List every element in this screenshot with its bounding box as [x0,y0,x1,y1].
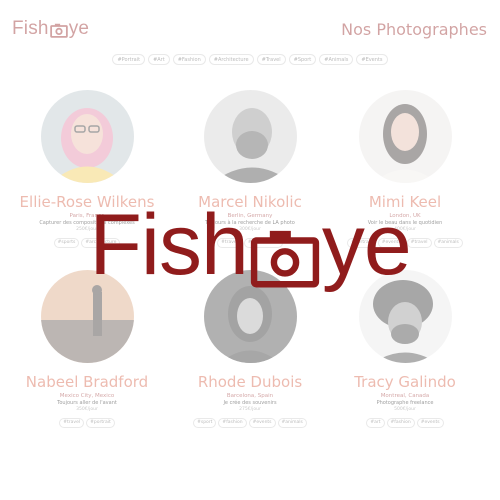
filter-tag-animals[interactable]: #Animals [319,54,354,65]
photographer-tag[interactable]: #animals [277,418,307,428]
photographer-avatar[interactable] [40,90,134,183]
photographer-name: Tracy Galindo [354,373,456,391]
photographer-location: Barcelona, Spain [226,393,274,399]
filter-tag-portrait[interactable]: #Portrait [112,54,146,65]
photographer-price: 275€/jour [239,407,261,412]
photographer-tagline: Je crée des souvenirs [223,400,277,406]
photographer-tag[interactable]: #portrait [86,418,115,428]
filter-tags: #Portrait #Art #Fashion #Architecture #T… [0,54,500,65]
photographer-tags: #sport #fashion #events #animals [175,418,325,428]
loading-logo-overlay: Fish ye [0,190,500,300]
photographer-price: 500€/jour [394,407,416,412]
photographer-name: Nabeel Bradford [25,373,149,391]
photographer-tagline: Toujours aller de l'avant [57,400,117,406]
photographer-tag[interactable]: #sport [193,418,217,428]
photographer-location: Mexico City, Mexico [59,393,115,399]
filter-tag-art[interactable]: #Art [148,54,170,65]
logo-suffix: ye [68,18,90,39]
photographer-tag[interactable]: #travel [59,418,85,428]
filter-tag-events[interactable]: #Events [356,54,388,65]
camera-icon [250,217,320,288]
photographer-tag[interactable]: #art [366,418,385,428]
logo-prefix: Fish [12,18,49,39]
photographer-avatar[interactable] [203,90,297,183]
photographer-tag[interactable]: #events [248,418,276,428]
filter-tag-travel[interactable]: #Travel [256,54,286,65]
photographer-tags: #travel #portrait [12,418,162,428]
filter-tag-fashion[interactable]: #Fashion [172,54,206,65]
page-title: Nos Photographes [341,20,487,39]
overlay-logo-prefix: Fish [89,197,248,293]
photographer-price: 350€/jour [76,407,98,412]
logo-link[interactable]: Fish ye [12,18,89,40]
photographer-location: Montreal, Canada [380,393,430,399]
photographer-tag[interactable]: #fashion [218,418,247,428]
filter-tag-sport[interactable]: #Sport [288,54,317,65]
overlay-logo-suffix: ye [321,197,412,293]
camera-icon [49,22,68,38]
header: Fish ye Nos Photographes [0,0,500,60]
photographer-tag[interactable]: #fashion [386,418,415,428]
photographer-tags: #art #fashion #events [330,418,480,428]
photographer-avatar[interactable] [358,90,452,183]
photographer-tagline: Photographe freelance [376,400,434,406]
photographer-tag[interactable]: #events [416,418,444,428]
photographer-name: Rhode Dubois [197,373,303,391]
filter-tag-architecture[interactable]: #Architecture [208,54,254,65]
